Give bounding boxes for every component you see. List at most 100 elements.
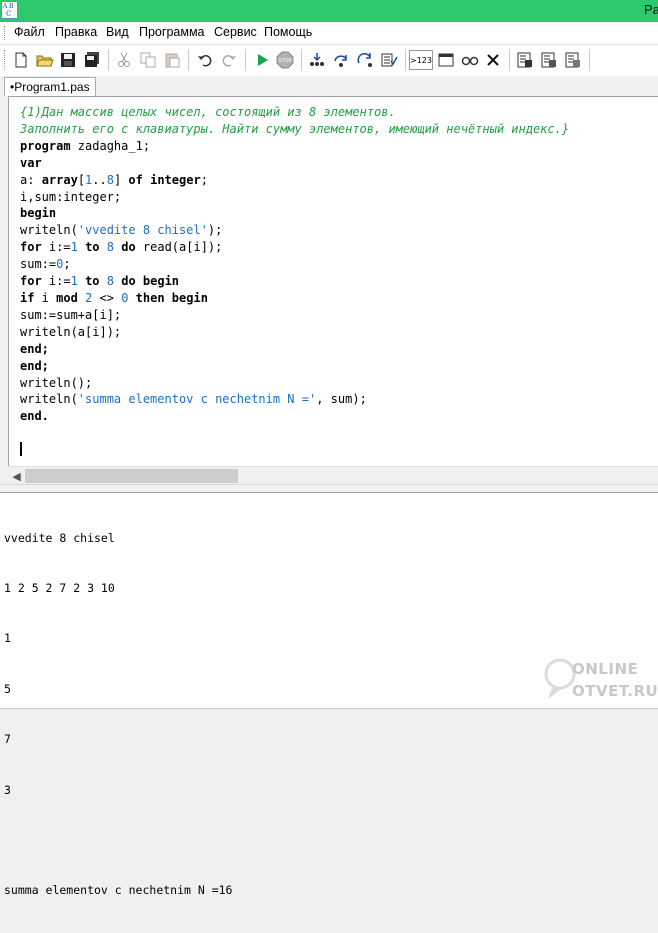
run-icon[interactable] [252,50,272,70]
undo-icon[interactable] [195,50,215,70]
output-line: summa elementov c nechetnim N =16 [4,883,233,898]
toolbar-separator [405,49,406,71]
toolbar-separator [301,49,302,71]
code-line-17: writeln(); [20,375,93,390]
keyword: integer [150,172,201,187]
toolbar-grip [4,50,8,70]
save-all-icon[interactable] [82,50,102,70]
step-out-icon[interactable] [355,50,375,70]
string-literal: 'summa elementov c nechetnim N =' [77,392,317,407]
number: 2 [85,290,93,305]
menu-bar: Файл Правка Вид Программа Сервис Помощь [0,22,658,45]
watermark-line2: OTVET.RU [572,682,658,700]
code-line-19: end. [20,409,49,424]
menu-help[interactable]: Помощь [264,25,312,39]
keyword: if [20,290,35,305]
number: 0 [56,257,64,272]
code-editor[interactable]: {1)Дан массив целых чисел, состоящий из … [8,96,658,467]
number: 8 [106,240,114,255]
code-line-18: writeln('summa elementov c nechetnim N =… [20,392,367,407]
keyword: then begin [135,290,208,305]
keyword: for [20,240,42,255]
menu-service[interactable]: Сервис [214,25,257,39]
new-file-icon[interactable] [11,50,31,70]
watermark-line1: ONLINE [572,660,639,678]
toolbar-separator [108,49,109,71]
toolbar-separator [188,49,189,71]
code-line-3: program zadagha_1; [20,138,151,153]
code-line-6: i,sum:integer; [20,189,122,204]
code-line-16: end; [20,358,49,373]
code-line-10: sum:=0; [20,257,71,272]
window-title: Pa [644,2,658,17]
keyword: program [20,138,71,153]
editor-horizontal-scrollbar[interactable]: ◀ [8,466,658,485]
format-icon[interactable] [563,50,583,70]
keyword: mod [56,290,78,305]
debug-list-icon[interactable] [379,50,399,70]
code-line-1: {1)Дан массив целых чисел, состоящий из … [20,105,396,119]
text-caret [20,442,22,456]
menu-edit[interactable]: Правка [55,25,97,39]
window-icon[interactable] [436,50,456,70]
code-line-2: Заполнить его с клавиатуры. Найти сумму … [20,121,570,136]
scroll-left-icon[interactable]: ◀ [8,467,25,485]
toolbar-separator [245,49,246,71]
output-line [4,832,232,849]
app-icon: A B C [1,1,18,19]
stop-icon[interactable]: STOP [275,50,295,70]
open-file-icon[interactable] [35,50,55,70]
code-line-8: writeln('vvedite 8 chisel'); [20,223,223,238]
paste-icon[interactable] [162,50,182,70]
code-line-4: var [20,155,42,170]
number: 8 [106,274,114,289]
menu-file[interactable]: Файл [14,25,45,39]
toolbar-separator [589,49,590,71]
toolbar-separator [509,49,510,71]
title-bar: A B C Pa [0,0,658,22]
code-line-11: for i:=1 to 8 do begin [20,274,180,289]
menu-program[interactable]: Программа [139,25,205,39]
keyword: of [128,172,143,187]
output-line: 5 [4,681,11,696]
number: 1 [85,172,93,187]
code-line-9: for i:=1 to 8 do read(a[i]); [20,240,223,255]
svg-text:C: C [6,10,11,18]
string-literal: 'vvedite 8 chisel' [77,223,208,238]
build-icon[interactable] [515,50,535,70]
number: 8 [106,172,114,187]
copy-icon[interactable] [138,50,158,70]
cut-icon[interactable] [114,50,134,70]
save-icon[interactable] [58,50,78,70]
glasses-icon[interactable] [460,50,480,70]
step-into-icon[interactable] [307,50,327,70]
menu-grip [4,26,8,40]
number: 0 [121,290,129,305]
output-line: 1 2 5 2 7 2 3 10 [4,580,115,595]
code-line-12: if i mod 2 <> 0 then begin [20,290,208,305]
keyword: do [121,240,136,255]
output-format-button[interactable]: >123 [409,50,433,70]
compile-icon[interactable] [539,50,559,70]
keyword: do begin [121,274,180,289]
menu-view[interactable]: Вид [106,25,129,39]
step-over-icon[interactable] [331,50,351,70]
code-text: {1)Дан массив целых чисел, состоящий из … [20,104,569,425]
close-x-icon[interactable] [483,50,503,70]
svg-text:B: B [9,3,14,10]
number: 1 [70,274,78,289]
code-line-15: end; [20,341,49,356]
code-line-13: sum:=sum+a[i]; [20,307,122,322]
code-line-14: writeln(a[i]); [20,324,122,339]
tab-program1[interactable]: •Program1.pas [4,77,96,96]
redo-icon[interactable] [219,50,239,70]
keyword: array [41,172,78,187]
svg-text:A: A [2,3,8,10]
number: 1 [70,240,78,255]
keyword: for [20,274,42,289]
output-line: 1 [4,631,11,646]
keyword: to [85,240,100,255]
scrollbar-thumb[interactable] [25,469,238,483]
output-line: 7 [4,732,11,747]
output-line: vvedite 8 chisel [4,530,115,545]
